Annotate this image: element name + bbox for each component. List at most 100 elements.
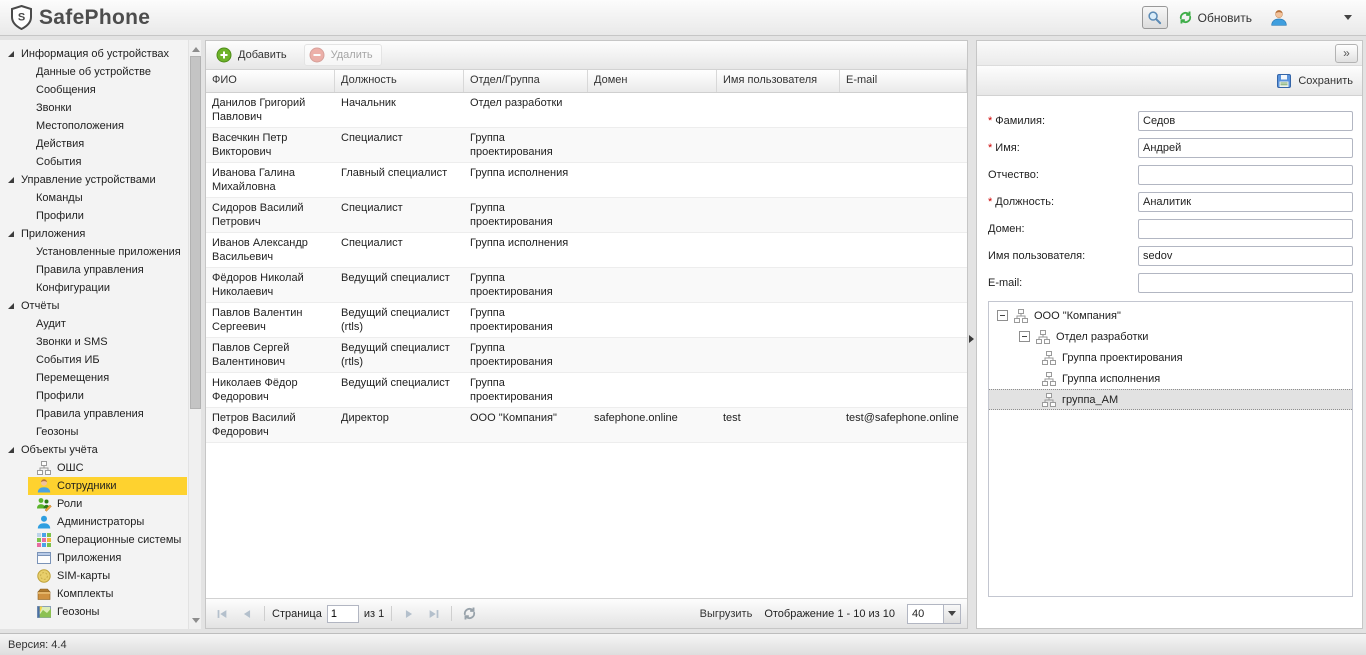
table-row[interactable]: Павлов Сергей Валентинович Ведущий специа… [206,338,967,373]
column-header[interactable]: Домен [588,70,717,92]
export-button[interactable]: Выгрузить [700,608,753,620]
table-row[interactable]: Сидоров Василий Петрович Специалист Группа… [206,198,967,233]
field-input[interactable] [1138,164,1353,185]
org-tree-node[interactable]: Отдел разработки [989,326,1352,347]
sidebar-item[interactable]: Действия [0,135,187,153]
page-size-select[interactable]: 40 [907,603,961,624]
sidebar-group-2[interactable]: Приложения [0,225,187,243]
org-tree-node[interactable]: Группа исполнения [989,368,1352,389]
sidebar-item[interactable]: Перемещения [0,369,187,387]
table-cell: Сидоров Василий Петрович [212,202,304,228]
table-row[interactable]: Иванова Галина Михайловна Главный специал… [206,163,967,198]
add-button[interactable]: Добавить [211,44,296,66]
sidebar-item[interactable]: Команды [0,189,187,207]
field-input[interactable] [1138,110,1353,131]
refresh-button[interactable]: Обновить [1178,10,1252,25]
sidebar-item[interactable]: События [0,153,187,171]
table-cell [840,233,967,267]
table-cell: ООО "Компания" [470,412,557,424]
sidebar-item[interactable]: Правила управления [0,261,187,279]
sidebar-item[interactable]: Роли [28,495,187,513]
org-tree-node[interactable]: Группа проектирования [989,347,1352,368]
header-dropdown-button[interactable] [1340,11,1356,24]
header-actions: Обновить [1141,6,1356,29]
sidebar-group-4[interactable]: Объекты учёта [0,441,187,459]
sidebar-item[interactable]: Сообщения [0,81,187,99]
table-row[interactable]: Петров Василий Федорович Директор ООО "Ком… [206,408,967,443]
field-input[interactable] [1138,272,1353,293]
column-header[interactable]: Должность [335,70,464,92]
sidebar-group-0[interactable]: Информация об устройствах [0,45,187,63]
reload-button[interactable] [459,604,479,624]
table-cell: Павлов Сергей Валентинович [212,342,290,368]
panel-splitter[interactable] [968,40,976,629]
page-number-input[interactable] [326,604,359,623]
sidebar-item-label: Конфигурации [36,282,111,294]
table-cell: Павлов Валентин Сергеевич [212,307,303,333]
user-menu[interactable] [1270,9,1288,27]
sidebar-item[interactable]: Геозоны [28,603,187,621]
last-page-button[interactable] [424,604,444,624]
field-input[interactable] [1138,245,1353,266]
status-bar: Версия: 4.4 [0,633,1366,655]
table-row[interactable]: Иванов Александр Васильевич Специалист Гру… [206,233,967,268]
table-cell: Группа проектирования [470,132,553,158]
collapse-minus-icon[interactable] [997,310,1008,321]
scroll-down-icon[interactable] [189,613,201,627]
column-header[interactable]: ФИО [206,70,335,92]
splitter-collapse-icon[interactable] [969,335,974,343]
table-row[interactable]: Павлов Валентин Сергеевич Ведущий специал… [206,303,967,338]
sidebar-item[interactable]: Профили [0,387,187,405]
sidebar-item[interactable]: Профили [0,207,187,225]
sidebar-item[interactable]: Правила управления [0,405,187,423]
scroll-up-icon[interactable] [189,42,201,56]
sidebar-item[interactable]: SIM-карты [28,567,187,585]
sidebar-item[interactable]: События ИБ [0,351,187,369]
sidebar-item[interactable]: Комплекты [28,585,187,603]
delete-button[interactable]: Удалить [303,44,382,66]
org-tree-node[interactable]: группа_АМ [989,389,1352,410]
collapse-panel-button[interactable]: » [1335,43,1358,63]
sidebar-item[interactable]: Администраторы [28,513,187,531]
sidebar-item[interactable]: Приложения [28,549,187,567]
table-cell [840,198,967,232]
table-row[interactable]: Данилов Григорий Павлович Начальник Отдел … [206,93,967,128]
roles-icon [36,496,52,512]
select-dropdown-button[interactable] [943,604,960,623]
table-row[interactable]: Фёдоров Николай Николаевич Ведущий специа… [206,268,967,303]
sidebar-group-1[interactable]: Управление устройствами [0,171,187,189]
user-icon [1270,9,1288,27]
sidebar-item[interactable]: Сотрудники [28,477,187,495]
org-tree-node[interactable]: ООО "Компания" [989,305,1352,326]
scrollbar-thumb[interactable] [190,56,201,410]
sidebar-item[interactable]: Звонки и SMS [0,333,187,351]
sidebar-item[interactable]: Установленные приложения [0,243,187,261]
search-button[interactable] [1141,6,1168,29]
table-row[interactable]: Николаев Фёдор Федорович Ведущий специали… [206,373,967,408]
sidebar-item[interactable]: Конфигурации [0,279,187,297]
sidebar-item[interactable]: Данные об устройстве [0,63,187,81]
sidebar-group-3[interactable]: Отчёты [0,297,187,315]
prev-page-button[interactable] [237,604,257,624]
field-label-text: Фамилия: [995,114,1046,127]
field-input[interactable] [1138,137,1353,158]
sidebar-item[interactable]: Операционные системы [28,531,187,549]
save-button[interactable]: Сохранить [1276,73,1353,89]
next-page-button[interactable] [399,604,419,624]
table-cell: Ведущий специалист (rtls) [341,342,450,368]
sidebar-item[interactable]: Местоположения [0,117,187,135]
display-info: Отображение 1 - 10 из 10 [764,607,895,620]
field-input[interactable] [1138,218,1353,239]
sidebar-scrollbar[interactable] [188,40,201,629]
sidebar-item[interactable]: ОШС [28,459,187,477]
field-input[interactable] [1138,191,1353,212]
first-page-button[interactable] [212,604,232,624]
collapse-minus-icon[interactable] [1019,331,1030,342]
column-header[interactable]: Имя пользователя [717,70,840,92]
column-header[interactable]: Отдел/Группа [464,70,588,92]
sidebar-item[interactable]: Звонки [0,99,187,117]
column-header[interactable]: E-mail [840,70,967,92]
sidebar-item[interactable]: Аудит [0,315,187,333]
sidebar-item[interactable]: Геозоны [0,423,187,441]
table-row[interactable]: Васечкин Петр Викторович Специалист Группа… [206,128,967,163]
